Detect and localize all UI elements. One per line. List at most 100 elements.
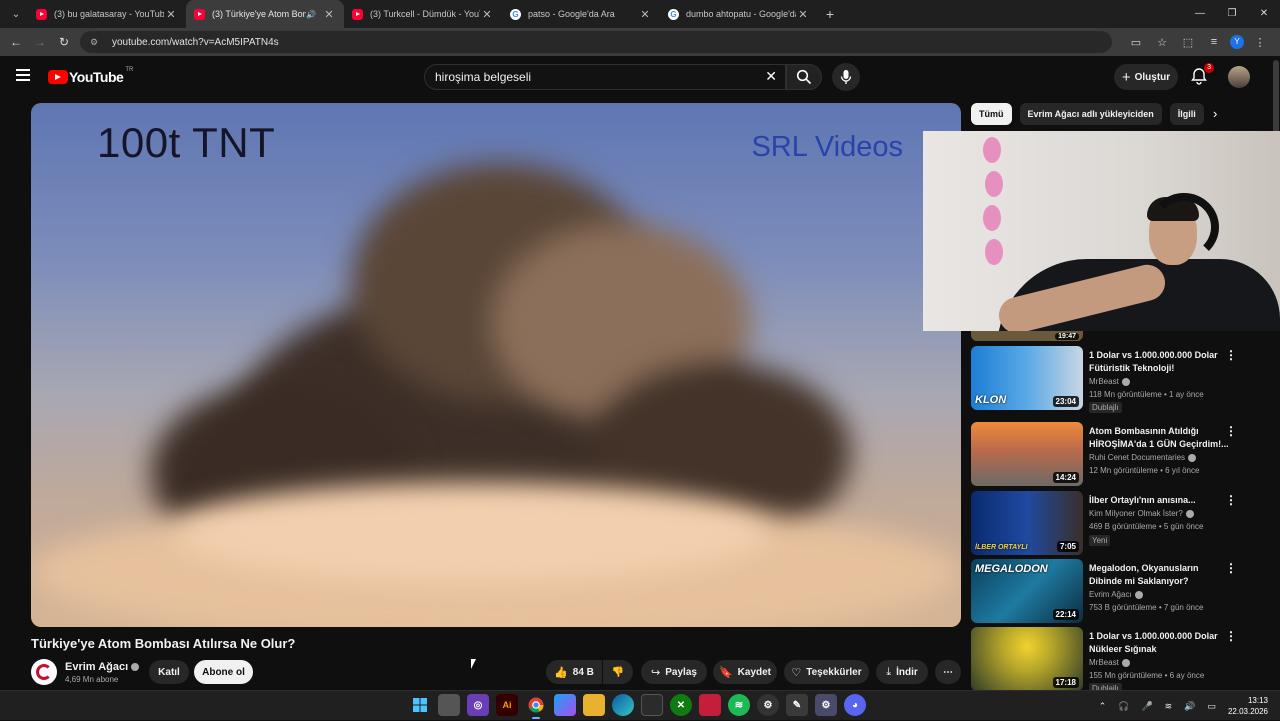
minimize-icon[interactable]: — [1184, 0, 1216, 28]
download-button[interactable]: ⤓ İndir [876, 660, 928, 684]
browser-menu-icon[interactable]: ⋮ [1250, 36, 1270, 49]
chevron-right-icon[interactable]: › [1213, 106, 1217, 121]
search-button[interactable] [786, 64, 822, 90]
clock[interactable]: 13:13 22.03.2026 [1228, 695, 1268, 717]
like-button[interactable]: 👍 84 B [546, 660, 602, 684]
red-app-icon[interactable] [699, 694, 721, 716]
voice-search-button[interactable] [832, 63, 860, 91]
join-button[interactable]: Katıl [149, 660, 189, 684]
edge-icon[interactable] [612, 694, 634, 716]
recommendation-item[interactable]: 17:18 1 Dolar vs 1.000.000.000 Dolar Nük… [971, 627, 1261, 694]
site-info-icon[interactable]: ⚙ [90, 37, 100, 48]
recommendation-channel[interactable]: MrBeast [1089, 377, 1130, 386]
search-input[interactable] [435, 70, 755, 84]
wifi-icon[interactable]: ≋ [1165, 701, 1173, 712]
account-avatar[interactable] [1228, 66, 1250, 88]
address-bar[interactable]: ⚙ youtube.com/watch?v=AcM5IPATN4s [80, 31, 1112, 53]
reload-icon[interactable]: ↻ [52, 35, 76, 49]
recommendation-item[interactable]: İLBER ORTAYLI 7:05 İlber Ortaylı'nın anı… [971, 491, 1261, 555]
more-vertical-icon[interactable]: ⋮ [1225, 348, 1237, 362]
thanks-button[interactable]: ♡ Teşekkürler [784, 660, 869, 684]
close-window-icon[interactable]: ✕ [1248, 0, 1280, 28]
illustrator-icon[interactable]: Ai [496, 694, 518, 716]
microphone-icon[interactable]: 🎤 [1141, 701, 1152, 712]
video-thumbnail[interactable]: 14:24 [971, 422, 1083, 486]
recommendation-channel[interactable]: Evrim Ağacı [1089, 590, 1143, 599]
recommendation-title[interactable]: Megalodon, Okyanusların Dibinde mi Sakla… [1089, 562, 1229, 588]
xbox-icon[interactable]: ✕ [670, 694, 692, 716]
file-explorer-icon[interactable] [583, 694, 605, 716]
recommendation-title[interactable]: 1 Dolar vs 1.000.000.000 Dolar Fütüristi… [1089, 349, 1229, 375]
recommendation-item[interactable]: KLON 23:04 1 Dolar vs 1.000.000.000 Dola… [971, 346, 1261, 413]
recommendation-title[interactable]: Atom Bombasının Atıldığı HİROŞİMA'da 1 G… [1089, 425, 1229, 451]
speaker-icon[interactable]: 🔊 [306, 10, 316, 19]
close-tab-icon[interactable]: ✕ [480, 8, 494, 21]
copilot-icon[interactable] [554, 694, 576, 716]
close-tab-icon[interactable]: ✕ [322, 8, 336, 21]
restore-icon[interactable]: ❐ [1216, 0, 1248, 28]
video-thumbnail[interactable]: KLON 23:04 [971, 346, 1083, 410]
hamburger-menu-icon[interactable] [16, 69, 30, 81]
chevron-up-icon[interactable]: ⌃ [1099, 701, 1107, 712]
video-thumbnail[interactable]: 17:18 [971, 627, 1083, 691]
create-button[interactable]: + Oluştur [1114, 64, 1178, 90]
browser-tab[interactable]: G patso - Google'da Ara ✕ [502, 0, 660, 28]
channel-name[interactable]: Evrim Ağacı [65, 661, 140, 673]
close-tab-icon[interactable]: ✕ [638, 8, 652, 21]
extensions-icon[interactable]: ⬚ [1178, 36, 1198, 49]
recommendation-title[interactable]: İlber Ortaylı'nın anısına... [1089, 494, 1229, 507]
recommendation-channel[interactable]: Kim Milyoner Olmak İster? [1089, 509, 1194, 518]
chip-from-uploader[interactable]: Evrim Ağacı adlı yükleyiciden [1019, 103, 1162, 125]
more-vertical-icon[interactable]: ⋮ [1225, 493, 1237, 507]
app-icon[interactable]: ◎ [467, 694, 489, 716]
youtube-logo[interactable]: YouTube TR [48, 67, 133, 85]
more-vertical-icon[interactable]: ⋮ [1225, 561, 1237, 575]
recommendation-item[interactable]: MEGALODON 22:14 Megalodon, Okyanusların … [971, 559, 1261, 623]
video-thumbnail[interactable]: MEGALODON 22:14 [971, 559, 1083, 623]
close-tab-icon[interactable]: ✕ [164, 8, 178, 21]
windows-start-icon[interactable] [409, 694, 431, 716]
video-player[interactable]: 100t TNT SRL Videos [31, 103, 961, 627]
task-view-icon[interactable] [438, 694, 460, 716]
more-vertical-icon[interactable]: ⋮ [1225, 424, 1237, 438]
subscribe-button[interactable]: Abone ol [194, 660, 253, 684]
volume-icon[interactable]: 🔊 [1184, 701, 1195, 712]
bookmark-star-icon[interactable]: ☆ [1152, 36, 1172, 49]
recommendation-title[interactable]: 1 Dolar vs 1.000.000.000 Dolar Nükleer S… [1089, 630, 1229, 656]
store-icon[interactable] [641, 694, 663, 716]
save-button[interactable]: 🔖 Kaydet [713, 660, 777, 684]
settings-icon[interactable]: ⚙ [815, 694, 837, 716]
media-controls-icon[interactable]: ≡ [1204, 36, 1224, 48]
chip-related[interactable]: İlgili [1169, 103, 1204, 125]
headset-icon[interactable]: 🎧 [1118, 701, 1129, 712]
recommendation-item[interactable]: 14:24 Atom Bombasının Atıldığı HİROŞİMA'… [971, 422, 1261, 486]
profile-avatar[interactable]: Y [1230, 35, 1244, 49]
tab-search-chevron-icon[interactable]: ⌄ [4, 4, 28, 24]
dislike-button[interactable]: 👎 [603, 660, 633, 684]
share-button[interactable]: ↪ Paylaş [641, 660, 707, 684]
browser-tab-active[interactable]: (3) Türkiye'ye Atom Bomba 🔊 ✕ [186, 0, 344, 28]
video-thumbnail[interactable]: İLBER ORTAYLI 7:05 [971, 491, 1083, 555]
close-tab-icon[interactable]: ✕ [796, 8, 810, 21]
recommendation-channel[interactable]: Ruhi Cenet Documentaries [1089, 453, 1197, 462]
browser-tab[interactable]: (3) bu galatasaray - YouTube ✕ [28, 0, 186, 28]
back-arrow-icon[interactable]: ← [4, 35, 28, 49]
battery-icon[interactable]: ▭ [1207, 701, 1216, 712]
browser-tab[interactable]: G dumbo ahtopatu - Google'da A ✕ [660, 0, 818, 28]
discord-icon[interactable]: ◕ [844, 694, 866, 716]
app-icon[interactable]: ✎ [786, 694, 808, 716]
channel-avatar[interactable] [31, 659, 57, 685]
spotify-icon[interactable]: ≋ [728, 694, 750, 716]
steam-icon[interactable]: ⚙ [757, 694, 779, 716]
recommendation-channel[interactable]: MrBeast [1089, 658, 1130, 667]
chip-all[interactable]: Tümü [971, 103, 1012, 125]
recommendation-thumbnail-partial[interactable]: 19:47 [971, 331, 1083, 341]
new-tab-icon[interactable]: + [818, 6, 842, 22]
more-actions-button[interactable]: ⋯ [935, 660, 961, 684]
more-vertical-icon[interactable]: ⋮ [1225, 629, 1237, 643]
notifications-button[interactable]: 3 [1190, 63, 1214, 87]
chrome-icon[interactable] [525, 694, 547, 719]
clear-search-icon[interactable]: ✕ [765, 68, 777, 85]
forward-arrow-icon[interactable]: → [28, 35, 52, 49]
cast-icon[interactable]: ▭ [1126, 36, 1146, 49]
